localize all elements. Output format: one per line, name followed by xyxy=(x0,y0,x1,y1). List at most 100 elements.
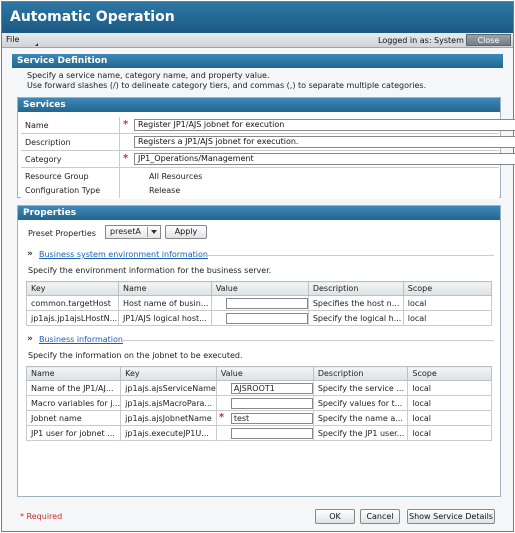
table-row: jp1ajs.jp1ajsLHostN... JP1/AJS logical h… xyxy=(26,310,493,326)
name-cell: Host name of busin... xyxy=(117,295,212,311)
environment-properties-table: Key Name Value Description Scope common.… xyxy=(26,281,493,326)
table-header-row: Name Key Value Description Scope xyxy=(25,366,492,381)
key-cell: common.targetHost xyxy=(26,295,119,311)
description-input[interactable]: Registers a JP1/AJS jobnet for execution… xyxy=(134,136,515,148)
scope-cell: local xyxy=(402,310,493,326)
description-cell: Specify the service ... xyxy=(312,380,409,396)
description-cell: Specify the name a... xyxy=(312,410,409,426)
collapse-chevron-icon[interactable]: » xyxy=(27,249,33,259)
required-marker: * xyxy=(123,119,129,130)
table-row: JP1 user for jobnet ... jp1ajs.executeJP… xyxy=(25,425,492,441)
configuration-type-label: Configuration Type xyxy=(25,186,101,195)
category-label: Category xyxy=(25,155,62,164)
required-marker: * xyxy=(123,153,129,164)
description-cell: Specifies the host n... xyxy=(307,295,404,311)
scope-cell: local xyxy=(407,425,492,441)
value-input[interactable]: AJSROOT1 xyxy=(230,382,313,394)
scope-cell: local xyxy=(407,380,492,396)
key-cell: jp1ajs.executeJP1U... xyxy=(120,425,217,441)
intro-line-1: Specify a service name, category name, a… xyxy=(27,71,270,80)
scope-cell: local xyxy=(407,410,492,426)
required-note: * Required xyxy=(20,512,63,521)
column-header: Scope xyxy=(407,366,492,381)
business-system-environment-link[interactable]: Business system environment information xyxy=(39,250,208,259)
value-cell xyxy=(210,310,309,326)
value-cell xyxy=(210,295,309,311)
scope-cell: local xyxy=(402,295,493,311)
value-input[interactable]: test xyxy=(230,412,313,424)
services-row-category: Category * JP1_Operations/Management xyxy=(21,151,515,168)
table-row: Jobnet name jp1ajs.ajsJobnetName * test S… xyxy=(25,410,492,426)
key-cell: jp1ajs.jp1ajsLHostN... xyxy=(26,310,119,326)
key-cell: jp1ajs.ajsMacroPara... xyxy=(120,395,217,411)
resource-group-label: Resource Group xyxy=(25,172,89,181)
preset-properties-label: Preset Properties xyxy=(28,229,96,238)
service-definition-header: Service Definition xyxy=(12,54,503,68)
ok-button[interactable]: OK xyxy=(315,509,355,524)
resource-group-value: All Resources xyxy=(149,172,203,181)
preset-select[interactable]: presetA xyxy=(105,225,161,239)
collapse-chevron-icon[interactable]: » xyxy=(27,334,33,344)
name-cell: JP1 user for jobnet ... xyxy=(25,425,122,441)
required-marker: * xyxy=(218,412,225,423)
name-cell: Jobnet name xyxy=(25,410,122,426)
key-cell: jp1ajs.ajsJobnetName xyxy=(120,410,217,426)
preset-select-value: presetA xyxy=(110,227,141,236)
table-row: common.targetHost Host name of busin... … xyxy=(26,295,493,311)
name-label: Name xyxy=(25,121,49,130)
column-header: Scope xyxy=(402,281,493,296)
column-header: Description xyxy=(307,281,404,296)
chevron-down-icon xyxy=(151,230,157,234)
business-information-link[interactable]: Business information xyxy=(39,335,123,344)
table-header-row: Key Name Value Description Scope xyxy=(26,281,493,296)
services-row-configuration-type: Configuration Type Release xyxy=(21,182,499,199)
cancel-button[interactable]: Cancel xyxy=(360,509,400,524)
show-service-details-button[interactable]: Show Service Details xyxy=(407,509,495,524)
services-row-name: Name * Register JP1/AJS jobnet for execu… xyxy=(21,117,515,134)
column-header: Key xyxy=(120,366,217,381)
column-header: Key xyxy=(26,281,119,296)
category-input[interactable]: JP1_Operations/Management xyxy=(134,153,515,165)
value-cell: * test xyxy=(215,410,314,426)
name-input[interactable]: Register JP1/AJS jobnet for execution xyxy=(134,119,515,131)
title-bar: Automatic Operation xyxy=(2,2,513,33)
close-button[interactable]: Close xyxy=(466,34,511,46)
intro-line-2: Use forward slashes (/) to delineate cat… xyxy=(27,80,427,90)
description-cell: Specify the logical h... xyxy=(307,310,404,326)
logged-in-text: Logged in as: System xyxy=(378,36,464,45)
description-label: Description xyxy=(25,138,71,147)
apply-button[interactable]: Apply xyxy=(165,225,207,239)
column-header: Value xyxy=(215,366,314,381)
value-input[interactable] xyxy=(230,397,313,409)
menu-bar: File Logged in as: System Close xyxy=(2,33,513,48)
key-cell: jp1ajs.ajsServiceName xyxy=(120,380,217,396)
value-input[interactable] xyxy=(225,297,308,309)
menu-corner-icon xyxy=(35,43,38,46)
value-input[interactable] xyxy=(230,427,313,439)
configuration-type-value: Release xyxy=(149,186,181,195)
column-header: Name xyxy=(25,366,122,381)
column-header: Value xyxy=(210,281,309,296)
value-input[interactable] xyxy=(225,312,308,324)
table-row: Macro variables for j... jp1ajs.ajsMacro… xyxy=(25,395,492,411)
app-window: Automatic Operation File Logged in as: S… xyxy=(1,1,515,532)
value-cell xyxy=(215,425,314,441)
services-row-description: Description Registers a JP1/AJS jobnet f… xyxy=(21,134,515,151)
business-properties-table: Name Key Value Description Scope Name of… xyxy=(25,366,492,441)
description-cell: Specify the JP1 user... xyxy=(312,425,409,441)
value-cell: AJSROOT1 xyxy=(215,380,314,396)
value-cell xyxy=(215,395,314,411)
name-cell: Name of the JP1/AJ... xyxy=(25,380,122,396)
name-cell: Macro variables for j... xyxy=(25,395,122,411)
services-header: Services xyxy=(18,98,500,112)
file-menu-label: File xyxy=(6,35,20,44)
table-row: Name of the JP1/AJ... jp1ajs.ajsServiceN… xyxy=(25,380,492,396)
file-menu[interactable]: File xyxy=(6,35,38,46)
column-header: Name xyxy=(117,281,212,296)
section-2-description: Specify the information on the jobnet to… xyxy=(28,351,243,360)
section-1-description: Specify the environment information for … xyxy=(28,266,272,275)
intro-text: Specify a service name, category name, a… xyxy=(27,71,426,90)
app-title: Automatic Operation xyxy=(10,9,175,25)
properties-header: Properties xyxy=(18,206,500,220)
scope-cell: local xyxy=(407,395,492,411)
